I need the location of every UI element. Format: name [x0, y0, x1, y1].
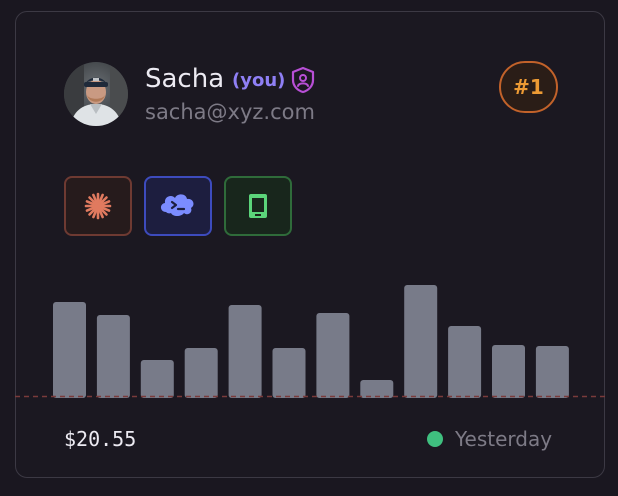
- chart-bar-3[interactable]: [140, 360, 174, 398]
- terminal-cloud-icon: [160, 194, 194, 216]
- status-dot-icon: [427, 431, 443, 447]
- you-badge: (you): [232, 70, 286, 91]
- claude-icon: [84, 192, 112, 220]
- tool-phone-button[interactable]: [224, 176, 292, 236]
- status-text: Yesterday: [455, 427, 553, 451]
- phone-icon: [249, 194, 267, 218]
- chart-bar-7[interactable]: [316, 313, 350, 398]
- chart-bar-12[interactable]: [535, 346, 569, 398]
- price-value: $20.55: [64, 427, 137, 451]
- user-email: sacha@xyz.com: [145, 100, 315, 124]
- chart-bar-9[interactable]: [404, 285, 438, 398]
- user-name: Sacha: [145, 64, 225, 94]
- chart-bar-1[interactable]: [53, 302, 86, 398]
- chart-bar-8[interactable]: [360, 380, 394, 398]
- chart-bar-11[interactable]: [492, 345, 525, 398]
- chart-bar-6[interactable]: [272, 348, 306, 398]
- tool-claude-button[interactable]: [64, 176, 132, 236]
- avatar: [64, 62, 128, 126]
- chart-bar-4[interactable]: [184, 348, 218, 398]
- chart-bar-2[interactable]: [96, 315, 130, 398]
- chart-bar-10[interactable]: [448, 326, 482, 398]
- tool-terminal-button[interactable]: [144, 176, 212, 236]
- usage-bar-chart: [15, 285, 605, 398]
- shield-user-icon: [290, 66, 316, 94]
- chart-bar-5[interactable]: [228, 305, 262, 398]
- rank-badge: #1: [499, 61, 558, 113]
